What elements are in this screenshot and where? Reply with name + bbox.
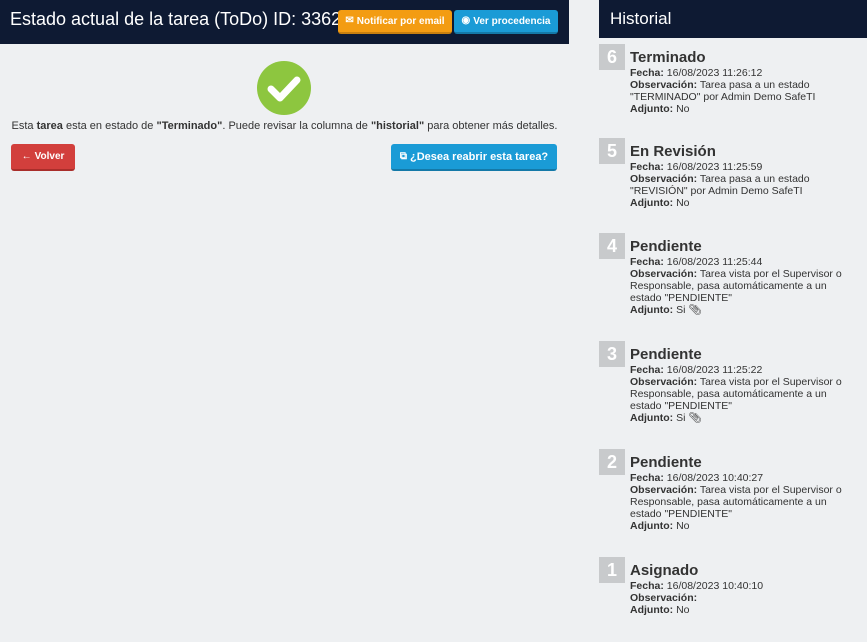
history-attachment: Adjunto: No	[630, 604, 690, 616]
status-message: Esta tarea esta en estado de "Terminado"…	[11, 120, 558, 132]
history-attachment: Adjunto: Si 📎︎	[630, 412, 702, 424]
reopen-task-button[interactable]: ⧉ ¿Desea reabrir esta tarea?	[391, 144, 557, 171]
history-attachment: Adjunto: No	[630, 520, 690, 532]
history-title: Historial	[610, 9, 672, 28]
history-date: Fecha: 16/08/2023 11:25:59	[630, 161, 763, 173]
history-observation: Observación: Tarea pasa a un estado "TER…	[630, 79, 816, 103]
history-status: Terminado	[630, 49, 706, 66]
envelope-icon: ✉	[345, 15, 354, 26]
external-link-icon: ⧉	[399, 150, 407, 162]
task-panel: Estado actual de la tarea (ToDo) ID: 336…	[0, 0, 569, 642]
history-panel: Historial 6 Terminado Fecha: 16/08/2023 …	[599, 0, 867, 642]
history-status: Pendiente	[630, 454, 702, 471]
reopen-task-label: ¿Desea reabrir esta tarea?	[409, 150, 549, 163]
history-observation: Observación: Tarea vista por el Supervis…	[630, 268, 842, 304]
history-number: 3	[599, 341, 625, 367]
history-status: Pendiente	[630, 346, 702, 363]
history-observation: Observación: Tarea pasa a un estado "REV…	[630, 173, 810, 197]
history-status: En Revisión	[630, 143, 716, 160]
history-number: 2	[599, 449, 625, 475]
history-observation: Observación: Tarea vista por el Supervis…	[630, 484, 842, 520]
paperclip-icon[interactable]: 📎︎	[688, 412, 701, 424]
history-date: Fecha: 16/08/2023 11:25:22	[630, 364, 763, 376]
history-attachment: Adjunto: No	[630, 103, 690, 115]
eye-icon: ◉	[461, 15, 471, 26]
back-label: Volver	[34, 151, 65, 162]
history-attachment: Adjunto: Si 📎︎	[630, 304, 702, 316]
history-status: Pendiente	[630, 238, 702, 255]
page-title: Estado actual de la tarea (ToDo) ID: 336…	[10, 9, 352, 29]
notify-email-button[interactable]: ✉ Notificar por email	[338, 10, 452, 34]
history-date: Fecha: 16/08/2023 11:25:44	[630, 256, 763, 268]
history-date: Fecha: 16/08/2023 11:26:12	[630, 67, 763, 79]
back-button[interactable]: ← Volver	[11, 144, 75, 171]
history-date: Fecha: 16/08/2023 10:40:10	[630, 580, 764, 592]
history-status: Asignado	[630, 562, 699, 579]
history-attachment: Adjunto: No	[630, 197, 690, 209]
history-observation: Observación: Tarea vista por el Supervis…	[630, 376, 842, 412]
history-number: 1	[599, 557, 625, 583]
history-number: 4	[599, 233, 625, 259]
notify-email-label: Notificar por email	[356, 15, 445, 27]
history-number: 6	[599, 44, 625, 70]
arrow-left-icon: ←	[21, 150, 32, 162]
history-observation: Observación:	[630, 592, 698, 604]
check-circle-icon	[257, 61, 311, 115]
history-date: Fecha: 16/08/2023 10:40:27	[630, 472, 764, 484]
paperclip-icon[interactable]: 📎︎	[688, 304, 701, 316]
view-origin-button[interactable]: ◉ Ver procedencia	[454, 10, 558, 34]
history-header: Historial	[599, 0, 867, 38]
history-number: 5	[599, 138, 625, 164]
view-origin-label: Ver procedencia	[473, 15, 551, 27]
